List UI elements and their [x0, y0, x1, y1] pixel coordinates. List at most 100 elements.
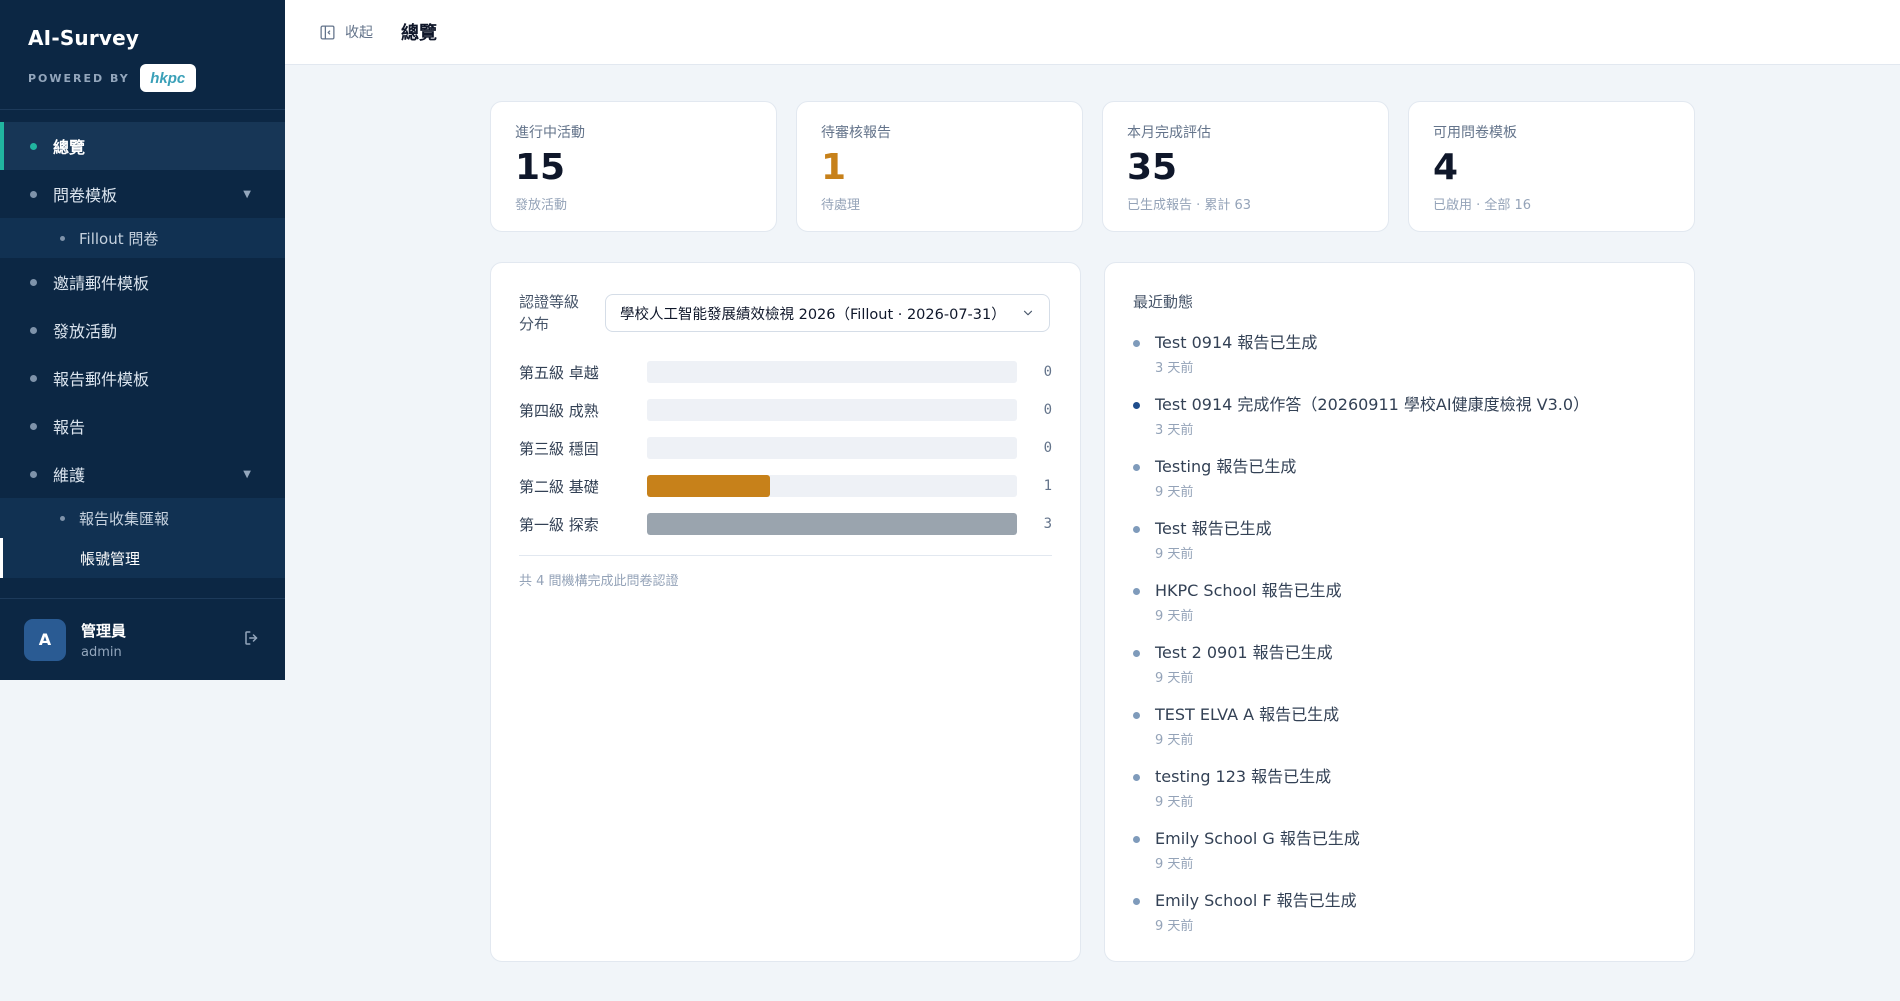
stat-label: 本月完成評估: [1127, 125, 1211, 141]
collapse-label: 收起: [345, 25, 373, 41]
sidebar-item-report-collection[interactable]: 報告收集匯報: [0, 498, 285, 538]
bar-track: [647, 437, 1017, 459]
panel-title: 認證等級分布: [519, 293, 580, 333]
activity-text: Test 2 0901 報告已生成: [1155, 643, 1333, 662]
sidebar-item-campaigns[interactable]: 發放活動: [0, 306, 285, 354]
activity-item[interactable]: Test 報告已生成 9 天前: [1133, 518, 1666, 580]
bar-track: [647, 513, 1017, 535]
activity-item[interactable]: TEST ELVA A 報告已生成 9 天前: [1133, 704, 1666, 766]
sidebar-item-fillout-survey[interactable]: Fillout 問卷: [0, 218, 285, 258]
bullet-icon: [30, 422, 37, 430]
stat-card-available-templates[interactable]: 可用問卷模板 4 已啟用 · 全部 16: [1408, 101, 1695, 232]
survey-templates-submenu: Fillout 問卷: [0, 218, 285, 258]
activity-time: 3 天前: [1155, 361, 1194, 376]
stat-card-monthly-assessments[interactable]: 本月完成評估 35 已生成報告 · 累計 63: [1102, 101, 1389, 232]
bullet-icon: [1133, 774, 1140, 781]
maintenance-submenu: 報告收集匯報 帳號管理: [0, 498, 285, 578]
caret-down-icon: ▼: [243, 468, 251, 480]
bar: [647, 513, 1017, 535]
bar-value-label: 0: [1043, 402, 1052, 418]
sidebar-nav: 總覽 問卷模板 ▼ Fillout 問卷 邀請郵件模板 發放活動 報告郵件模板: [0, 110, 285, 578]
caret-down-icon: ▼: [243, 188, 251, 200]
sidebar: AI-Survey POWERED BY hkpc 總覽 問卷模板 ▼ Fill…: [0, 0, 285, 680]
activity-item[interactable]: HKPC School 報告已生成 9 天前: [1133, 580, 1666, 642]
distribution-footnote: 共 4 間機構完成此問卷認證: [519, 574, 679, 589]
sidebar-item-report-email-templates[interactable]: 報告郵件模板: [0, 354, 285, 402]
bullet-icon: [30, 190, 37, 198]
certification-distribution-panel: 認證等級分布 學校人工智能發展績效檢視 2026（Fillout · 2026-…: [490, 262, 1081, 962]
collapse-sidebar-button[interactable]: 收起: [319, 22, 373, 42]
activity-text: Emily School G 報告已生成: [1155, 829, 1360, 848]
bullet-icon: [1133, 464, 1140, 471]
bullet-icon: [30, 278, 37, 286]
activity-text: HKPC School 報告已生成: [1155, 581, 1342, 600]
activity-item[interactable]: Test 0914 報告已生成 3 天前: [1133, 332, 1666, 394]
recent-activity-panel: 最近動態 Test 0914 報告已生成 3 天前 Test 0914 完成作答（2…: [1104, 262, 1695, 962]
activity-time: 9 天前: [1155, 919, 1194, 934]
sidebar-item-label: 發放活動: [53, 322, 118, 341]
activity-time: 9 天前: [1155, 485, 1194, 500]
sidebar-item-maintenance[interactable]: 維護 ▼: [0, 450, 285, 498]
hkpc-logo: hkpc: [139, 64, 196, 92]
activity-item[interactable]: Test 2 0901 報告已生成 9 天前: [1133, 642, 1666, 704]
bullet-icon: [1133, 836, 1140, 843]
activity-text: Test 報告已生成: [1155, 519, 1272, 538]
bullet-icon: [1133, 526, 1140, 533]
bar-row: 第三級 穩固 0: [519, 429, 1052, 467]
sidebar-item-reports[interactable]: 報告: [0, 402, 285, 450]
stat-value: 35: [1127, 147, 1178, 188]
bar-category-label: 第三級 穩固: [519, 439, 599, 458]
avatar: A: [24, 618, 66, 661]
bullet-icon: [1133, 340, 1140, 347]
user-name: 管理員: [81, 621, 127, 640]
logout-icon[interactable]: [243, 629, 261, 651]
level-bar-chart: 第五級 卓越 0 第四級 成熟 0 第三級 穩固 0 第二級 基礎 1 第一級 探索 3: [519, 353, 1052, 543]
bullet-icon: [1133, 898, 1140, 905]
brand: AI-Survey POWERED BY hkpc: [0, 0, 285, 110]
activity-text: TEST ELVA A 報告已生成: [1155, 705, 1340, 724]
activity-text: Testing 報告已生成: [1155, 457, 1297, 476]
activity-time: 9 天前: [1155, 671, 1194, 686]
stat-value: 15: [515, 147, 566, 188]
sidebar-item-label: 帳號管理: [80, 549, 141, 568]
sidebar-item-account-management[interactable]: 帳號管理: [0, 538, 285, 578]
activity-time: 9 天前: [1155, 547, 1194, 562]
bar-track: [647, 475, 1017, 497]
activity-item[interactable]: Test 0914 完成作答（20260911 學校AI健康度檢視 V3.0） 3…: [1133, 394, 1666, 456]
divider: [519, 555, 1052, 556]
bullet-icon: [1133, 402, 1140, 409]
sidebar-item-overview[interactable]: 總覽: [0, 122, 285, 170]
bullet-icon: [30, 142, 37, 150]
bullet-icon: [1133, 650, 1140, 657]
sidebar-item-invite-email-templates[interactable]: 邀請郵件模板: [0, 258, 285, 306]
survey-select[interactable]: 學校人工智能發展績效檢視 2026（Fillout · 2026-07-31）: [605, 294, 1050, 332]
sidebar-item-label: 報告: [53, 418, 86, 437]
stat-sub: 待處理: [821, 198, 861, 213]
sidebar-item-label: 維護: [53, 466, 86, 485]
bar-track: [647, 399, 1017, 421]
powered-by-label: POWERED BY: [28, 71, 130, 85]
activity-item[interactable]: Emily School F 報告已生成 9 天前: [1133, 890, 1666, 952]
bar-value-label: 0: [1043, 440, 1052, 456]
activity-item[interactable]: testing 123 報告已生成 9 天前: [1133, 766, 1666, 828]
activity-text: Emily School F 報告已生成: [1155, 891, 1357, 910]
stat-card-active-campaigns[interactable]: 進行中活動 15 發放活動: [490, 101, 777, 232]
bullet-icon: [1133, 712, 1140, 719]
bullet-icon: [30, 470, 37, 478]
activity-text: testing 123 報告已生成: [1155, 767, 1332, 786]
stat-card-pending-reports[interactable]: 待審核報告 1 待處理: [796, 101, 1083, 232]
bullet-icon: [30, 374, 37, 382]
bar-row: 第四級 成熟 0: [519, 391, 1052, 429]
activity-time: 9 天前: [1155, 795, 1194, 810]
activity-item[interactable]: Emily School G 報告已生成 9 天前: [1133, 828, 1666, 890]
activity-item[interactable]: Testing 報告已生成 9 天前: [1133, 456, 1666, 518]
bar: [647, 475, 771, 497]
stat-sub: 發放活動: [515, 198, 568, 213]
stat-label: 可用問卷模板: [1433, 125, 1517, 141]
bar-category-label: 第二級 基礎: [519, 477, 599, 496]
sidebar-item-survey-templates[interactable]: 問卷模板 ▼: [0, 170, 285, 218]
bullet-icon: [60, 515, 65, 521]
page-title: 總覽: [401, 23, 437, 44]
sidebar-item-label: 邀請郵件模板: [53, 274, 150, 293]
bar-category-label: 第四級 成熟: [519, 401, 599, 420]
